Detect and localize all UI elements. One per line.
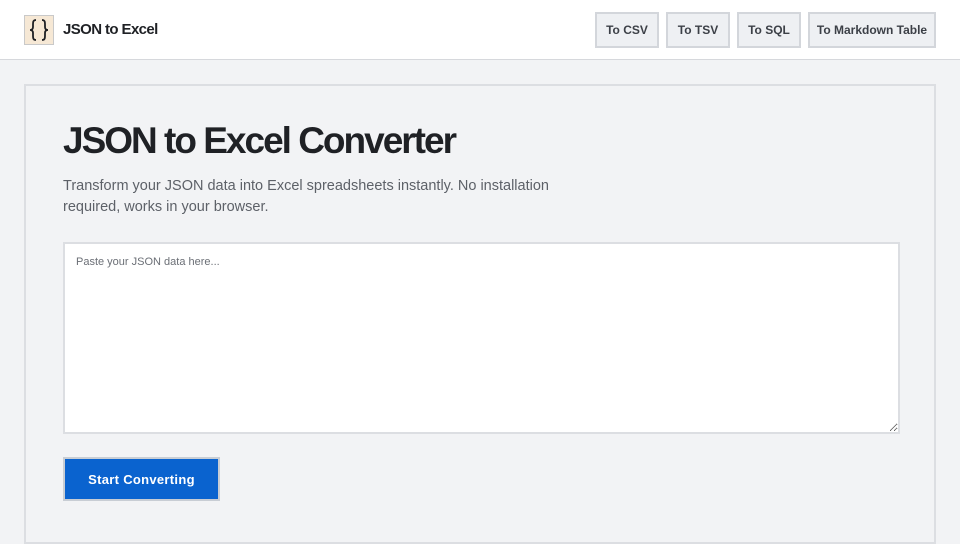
page-subtitle: Transform your JSON data into Excel spre… xyxy=(63,178,549,215)
json-input[interactable] xyxy=(63,242,900,434)
brand-name: JSON to Excel xyxy=(63,21,158,38)
to-tsv-button[interactable]: To TSV xyxy=(666,12,730,48)
converter-nav: To CSV To TSV To SQL To Markdown Table xyxy=(595,12,936,48)
page-title: JSON to Excel Converter xyxy=(63,120,457,161)
to-sql-button[interactable]: To SQL xyxy=(737,12,801,48)
to-csv-button[interactable]: To CSV xyxy=(595,12,659,48)
start-converting-button[interactable]: Start Converting xyxy=(63,457,220,501)
brand[interactable]: JSON to Excel xyxy=(24,14,158,45)
curly-braces-icon xyxy=(24,14,54,45)
top-bar: JSON to Excel To CSV To TSV To SQL To Ma… xyxy=(0,0,960,60)
converter-card: JSON to Excel Converter Transform your J… xyxy=(24,84,936,544)
to-markdown-table-button[interactable]: To Markdown Table xyxy=(808,12,936,48)
